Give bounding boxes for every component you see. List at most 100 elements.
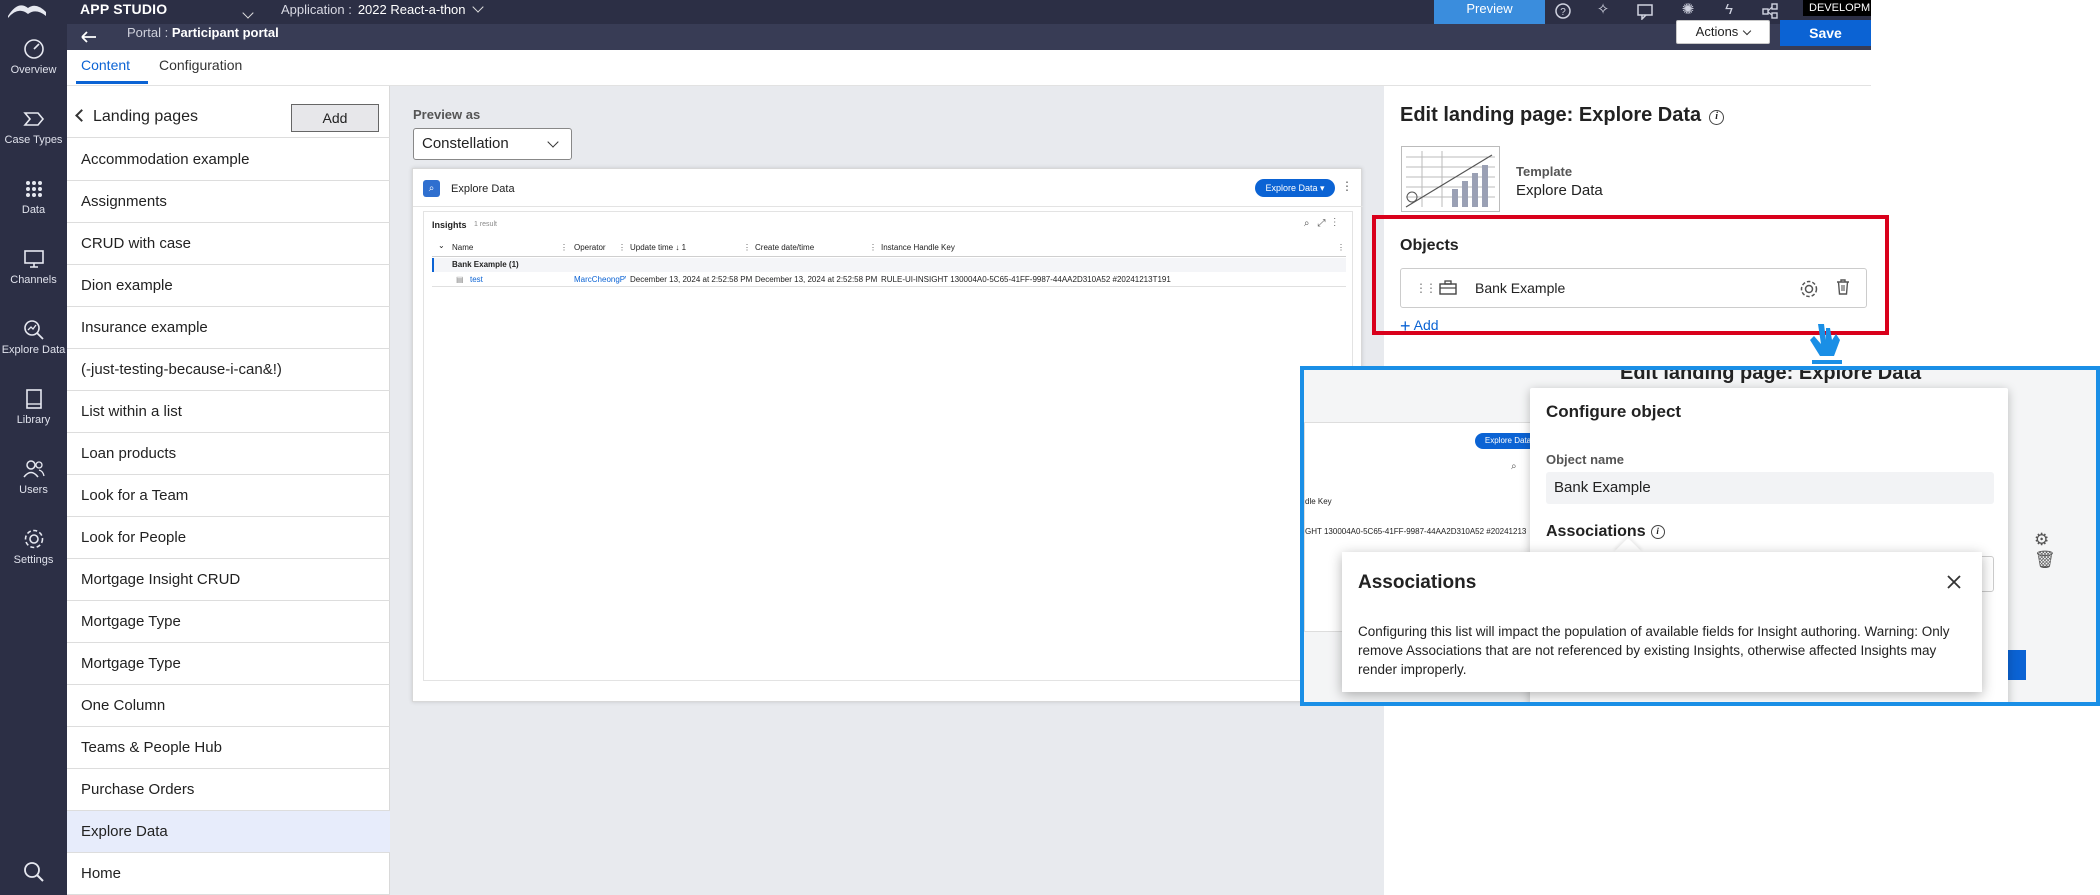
preview-as-select[interactable]: Constellation <box>413 128 572 160</box>
cell-operator[interactable]: MarcCheongPWuser <box>574 273 626 287</box>
search-icon: ⌕ <box>1511 461 1517 472</box>
associations-label-text: Associations <box>1546 523 1646 540</box>
nav-item-users[interactable]: Users <box>0 458 67 496</box>
add-landing-page-button[interactable]: Add <box>291 104 379 132</box>
loading-icon[interactable]: ✺ <box>1678 2 1698 20</box>
table-group-row[interactable]: Bank Example (1) <box>432 258 1346 272</box>
column-update-time[interactable]: Update time ↓ 1 <box>630 243 686 252</box>
gear-icon <box>22 528 46 550</box>
nav-item-channels[interactable]: Channels <box>0 248 67 286</box>
landing-page-item[interactable]: List within a list <box>67 391 390 433</box>
column-menu-icon[interactable]: ⋮ <box>1337 243 1345 252</box>
landing-page-item[interactable]: Insurance example <box>67 307 390 349</box>
landing-page-item[interactable]: Mortgage Type <box>67 601 390 643</box>
more-options-icon[interactable]: ⋮ <box>1341 179 1353 193</box>
studio-switcher-chevron-icon[interactable] <box>242 7 254 19</box>
back-arrow-icon[interactable] <box>80 30 98 44</box>
chevron-down-icon <box>1743 26 1752 36</box>
chart-template-icon <box>1405 151 1495 208</box>
configure-object-title: Configure object <box>1546 402 1682 421</box>
nav-search[interactable] <box>0 860 67 886</box>
landing-page-item[interactable]: Look for a Team <box>67 475 390 517</box>
search-icon[interactable]: ⌕ <box>1304 218 1318 229</box>
landing-page-item[interactable]: Accommodation example <box>67 139 390 181</box>
search-icon <box>22 860 46 882</box>
landing-page-item[interactable]: Teams & People Hub <box>67 727 390 769</box>
gear-icon: ⚙ <box>2034 530 2064 549</box>
info-icon[interactable]: i <box>1709 110 1725 125</box>
column-instance-handle-key[interactable]: Instance Handle Key <box>881 243 955 252</box>
nav-label: Library <box>16 414 51 426</box>
nav-label: Case Types <box>4 134 63 146</box>
insights-table-card: Insights 1 result ⌕⤢⋮ ⌄ Name Operator Up… <box>423 211 1353 681</box>
object-name-input[interactable]: Bank Example <box>1546 472 1994 504</box>
column-menu-icon[interactable]: ⋮ <box>618 243 626 252</box>
application-switcher[interactable]: Application : 2022 React-a-thon <box>281 1 484 17</box>
preview-as-label: Preview as <box>413 107 481 122</box>
landing-page-item[interactable]: CRUD with case <box>67 223 390 265</box>
application-value: 2022 React-a-thon <box>357 2 466 17</box>
column-menu-icon[interactable]: ⋮ <box>560 243 568 252</box>
nav-item-library[interactable]: Library <box>0 388 67 426</box>
tab-bar: Content Configuration <box>67 50 1871 86</box>
collapse-all-chevron-icon[interactable]: ⌄ <box>438 241 445 250</box>
landing-page-item[interactable]: Dion example <box>67 265 390 307</box>
help-icon[interactable]: ? <box>1553 2 1573 20</box>
close-icon[interactable] <box>1944 572 1964 592</box>
column-name[interactable]: Name <box>452 243 473 252</box>
landing-page-item[interactable]: One Column <box>67 685 390 727</box>
landing-page-item[interactable]: Loan products <box>67 433 390 475</box>
pega-logo-icon <box>8 5 46 18</box>
ghost-key-header: dle Key <box>1305 497 1332 506</box>
users-icon <box>22 458 46 480</box>
info-icon[interactable]: i <box>1650 525 1665 539</box>
column-create-datetime[interactable]: Create date/time <box>755 243 814 252</box>
more-options-icon[interactable]: ⋮ <box>1334 218 1345 229</box>
cell-instance-key: RULE-UI-INSIGHT 130004A0-5C65-41FF-9987-… <box>881 275 1171 284</box>
nav-item-case-types[interactable]: Case Types <box>0 108 67 146</box>
actions-label: Actions <box>1695 24 1739 39</box>
associations-tooltip: Associations Configuring this list will … <box>1342 552 1982 692</box>
share-icon[interactable] <box>1760 2 1780 20</box>
save-button[interactable]: Save <box>1780 20 1871 46</box>
table-row[interactable]: ▤ test MarcCheongPWuser December 13, 202… <box>432 273 1346 287</box>
landing-page-item[interactable]: Mortgage Type <box>67 643 390 685</box>
bolt-icon[interactable]: ϟ <box>1719 2 1739 20</box>
tooltip-body: Configuring this list will impact the po… <box>1358 624 1950 677</box>
preview-button[interactable]: Preview <box>1434 0 1545 24</box>
chevron-left-icon[interactable] <box>75 109 88 122</box>
book-icon <box>22 388 46 410</box>
ghost-object-icons: ⚙🗑 <box>2034 530 2096 570</box>
left-navigation: Overview Case Types Data Channels Explor… <box>0 24 67 895</box>
nav-item-explore-data[interactable]: Explore Data <box>0 318 67 356</box>
active-tab-indicator <box>76 81 148 84</box>
actions-button[interactable]: Actions <box>1676 20 1770 44</box>
grid-icon <box>22 178 46 200</box>
landing-page-item[interactable]: Home <box>67 853 390 895</box>
sparkle-icon[interactable]: ✧ <box>1593 2 1613 20</box>
cell-name[interactable]: test <box>470 273 483 287</box>
tab-content[interactable]: Content <box>81 57 130 73</box>
landing-page-item[interactable]: Look for People <box>67 517 390 559</box>
landing-page-item[interactable]: Mortgage Insight CRUD <box>67 559 390 601</box>
column-menu-icon[interactable]: ⋮ <box>743 243 751 252</box>
tooltip-title: Associations <box>1358 572 1477 593</box>
nav-item-data[interactable]: Data <box>0 178 67 216</box>
landing-page-item[interactable]: Purchase Orders <box>67 769 390 811</box>
nav-item-overview[interactable]: Overview <box>0 38 67 76</box>
landing-pages-title: Landing pages <box>93 108 198 125</box>
column-operator[interactable]: Operator <box>574 243 606 252</box>
explore-icon <box>22 318 46 340</box>
column-menu-icon[interactable]: ⋮ <box>869 243 877 252</box>
edit-title-text: Edit landing page: Explore Data <box>1400 104 1702 126</box>
landing-page-item[interactable]: Assignments <box>67 181 390 223</box>
landing-page-item[interactable]: (-just-testing-because-i-can&!) <box>67 349 390 391</box>
template-thumbnail <box>1401 146 1500 212</box>
landing-page-item[interactable]: Explore Data <box>67 811 390 853</box>
expand-icon[interactable]: ⤢ <box>1318 218 1334 229</box>
template-label: Template <box>1516 164 1573 179</box>
chat-icon[interactable] <box>1635 2 1655 21</box>
explore-data-button[interactable]: Explore Data ▾ <box>1255 179 1335 197</box>
nav-item-settings[interactable]: Settings <box>0 528 67 566</box>
tab-configuration[interactable]: Configuration <box>159 57 242 73</box>
